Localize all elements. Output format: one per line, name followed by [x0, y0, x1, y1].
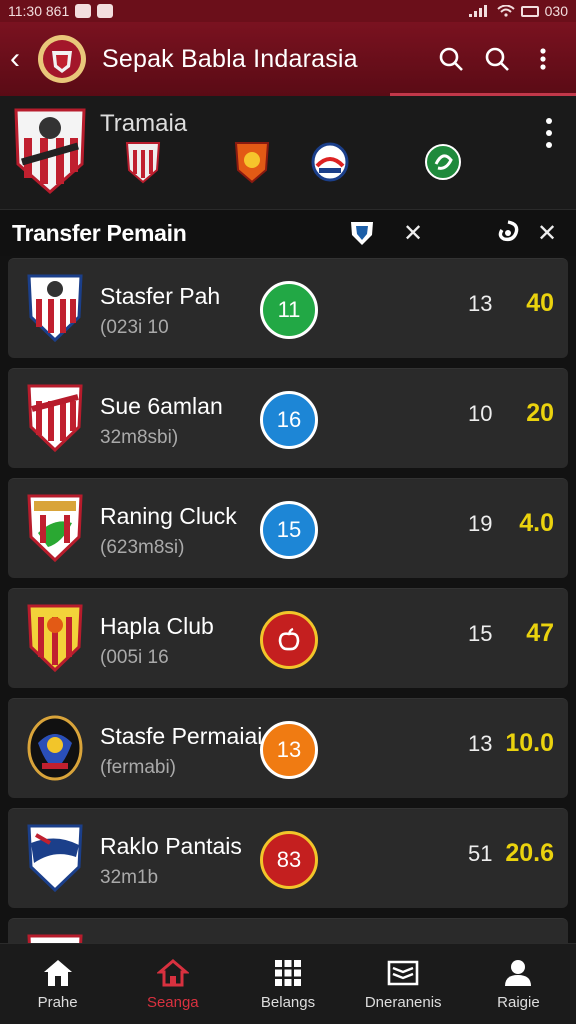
back-button[interactable]: ‹ — [10, 42, 32, 76]
list-item[interactable]: Sue 6amlan 32m8sbi) 16 10 20 — [8, 368, 568, 468]
shield-icon — [351, 222, 373, 245]
search-icon — [485, 47, 509, 71]
club-crest-icon — [27, 824, 83, 893]
nav-item-home[interactable]: Prahe — [0, 944, 115, 1024]
club-name: Sue 6amlan — [100, 393, 223, 419]
club-badge-green-icon[interactable] — [424, 140, 462, 184]
club-name: Stasfe Permaiai — [100, 723, 263, 749]
status-bar: 11:30 861 030 — [0, 0, 576, 22]
club-stat-primary: 51 — [468, 841, 493, 866]
club-stat-primary: 10 — [468, 401, 493, 426]
club-subtitle: 32m1b — [100, 867, 159, 888]
wifi-icon — [496, 5, 515, 17]
close-refresh-button[interactable]: ✕ — [530, 219, 564, 248]
person-icon — [505, 959, 532, 986]
nav-item-seanga[interactable]: Seanga — [115, 944, 230, 1024]
club-stat-highlight: 20.6 — [505, 839, 554, 867]
club-count-badge: 16 — [260, 391, 318, 449]
section-header: Transfer Pemain ✕ ✕ — [0, 210, 576, 256]
club-name: Raning Cluck — [100, 503, 237, 529]
app-bar: ‹ Sepak Babla Indarasia — [0, 22, 576, 96]
overflow-menu-button[interactable] — [520, 36, 566, 82]
list-item[interactable]: Stasfer Pah (023i 10 11 13 40 — [8, 258, 568, 358]
club-stat-primary: 13 — [468, 731, 493, 756]
apple-icon — [278, 627, 300, 651]
refresh-button[interactable] — [492, 217, 524, 249]
club-count-badge: 83 — [260, 831, 318, 889]
search-icon — [439, 47, 463, 71]
nav-item-belangs[interactable]: Belangs — [230, 944, 345, 1024]
bottom-navigation: Prahe Seanga Belangs Dneranenis Raigie — [0, 943, 576, 1024]
club-badge-red-icon[interactable] — [124, 140, 162, 184]
club-badge-blue-icon[interactable] — [311, 140, 349, 184]
nav-label: Prahe — [37, 993, 78, 1011]
club-list: Stasfer Pah (023i 10 11 13 40 Sue 6amlan… — [8, 258, 568, 968]
book-icon — [387, 960, 419, 985]
club-subtitle: (023i 10 — [100, 317, 169, 338]
status-time: 11:30 861 — [8, 3, 70, 19]
club-stat-highlight: 40 — [526, 289, 554, 317]
home-outline-icon — [156, 958, 189, 986]
club-name: Hapla Club — [100, 613, 214, 639]
list-item[interactable]: Raklo Pantais 32m1b 83 51 20.6 — [8, 808, 568, 908]
team-name: Tramaia — [100, 110, 188, 137]
list-item[interactable]: Raning Cluck (623m8si) 15 19 4.0 — [8, 478, 568, 578]
more-vertical-icon — [540, 48, 546, 70]
club-name: Raklo Pantais — [100, 833, 242, 859]
club-crest-icon — [27, 274, 83, 343]
nav-label: Belangs — [260, 993, 316, 1011]
club-count-badge: 13 — [260, 721, 318, 779]
list-item[interactable]: Hapla Club (005i 16 15 47 — [8, 588, 568, 688]
club-crest-icon — [27, 715, 83, 781]
club-crest-icon — [27, 604, 83, 673]
filter-shield-button[interactable] — [346, 217, 378, 249]
app-notification-icon — [97, 4, 114, 18]
battery-icon — [520, 5, 539, 17]
signal-icon — [468, 5, 487, 17]
nav-label: Dneranenis — [364, 993, 442, 1011]
club-stat-primary: 19 — [468, 511, 493, 536]
club-stat-highlight: 10.0 — [505, 729, 554, 757]
club-stat-primary: 15 — [468, 621, 493, 646]
close-filter-button[interactable]: ✕ — [396, 219, 430, 248]
club-stat-highlight: 20 — [526, 399, 554, 427]
club-crest-icon — [27, 384, 83, 453]
club-count-badge: 15 — [260, 501, 318, 559]
nav-item-raigie[interactable]: Raigie — [461, 944, 576, 1024]
club-count-badge — [260, 611, 318, 669]
app-logo-icon — [38, 35, 86, 83]
section-title: Transfer Pemain — [12, 219, 187, 246]
club-name: Stasfer Pah — [100, 283, 221, 309]
club-stat-highlight: 47 — [526, 619, 554, 647]
team-more-button[interactable] — [544, 116, 554, 150]
search-button[interactable] — [428, 36, 474, 82]
home-icon — [43, 959, 72, 986]
club-stat-highlight: 4.0 — [519, 509, 554, 537]
club-count-badge: 11 — [260, 281, 318, 339]
nav-item-dneranenis[interactable]: Dneranenis — [346, 944, 461, 1024]
nav-label: Seanga — [146, 993, 199, 1011]
club-stat-primary: 13 — [468, 291, 493, 316]
club-subtitle: 32m8sbi) — [100, 427, 179, 448]
club-badge-orange-icon[interactable] — [233, 140, 271, 184]
grid-icon — [275, 959, 301, 986]
team-crest-icon — [14, 108, 86, 194]
list-item[interactable]: Stasfe Permaiai (fermabi) 13 13 10.0 — [8, 698, 568, 798]
nav-label: Raigie — [497, 993, 540, 1011]
app-title: Sepak Babla Indarasia — [102, 44, 358, 73]
swirl-icon — [498, 220, 519, 242]
team-header: Tramaia — [0, 96, 576, 210]
notification-icon — [75, 4, 92, 18]
search-alt-button[interactable] — [474, 36, 520, 82]
club-subtitle: (623m8si) — [100, 537, 185, 558]
club-crest-icon — [27, 494, 83, 563]
club-subtitle: (fermabi) — [100, 757, 177, 778]
status-right-text: 030 — [544, 3, 568, 19]
club-subtitle: (005i 16 — [100, 647, 169, 668]
